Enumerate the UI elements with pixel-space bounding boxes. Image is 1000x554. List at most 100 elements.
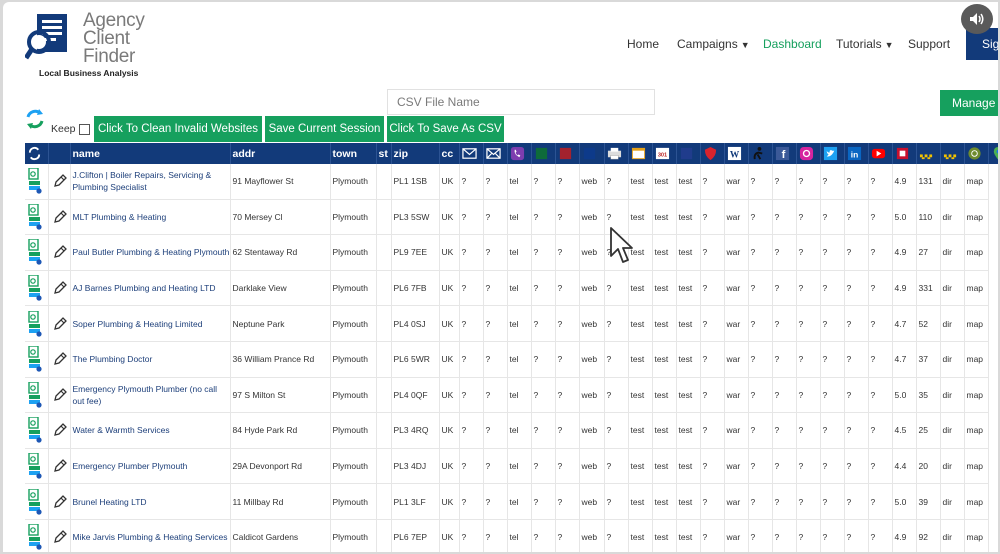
header-reviews[interactable]	[940, 143, 965, 164]
row-status-cell[interactable]	[25, 199, 49, 236]
row-edit-cell[interactable]	[48, 377, 71, 414]
row-status-cell[interactable]	[25, 412, 49, 449]
row-status-cell[interactable]	[25, 164, 49, 200]
row-edit-cell[interactable]	[48, 412, 71, 449]
refresh-icon[interactable]	[24, 108, 46, 130]
direction-cell[interactable]: dir	[940, 412, 965, 449]
row-edit-cell[interactable]	[48, 448, 71, 485]
cell-name[interactable]: Soper Plumbing & Heating Limited	[70, 305, 231, 342]
nav-tutorials[interactable]: Tutorials ▼	[836, 37, 894, 51]
header-blue[interactable]	[579, 143, 605, 164]
header-instagram[interactable]	[796, 143, 821, 164]
header-301[interactable]: 301	[652, 143, 677, 164]
web-cell[interactable]: web	[579, 305, 605, 342]
table-row[interactable]: Emergency Plymouth Plumber (no call out …	[25, 377, 998, 414]
row-edit-cell[interactable]	[48, 341, 71, 378]
tel-cell[interactable]: tel	[507, 341, 532, 378]
header-square[interactable]	[676, 143, 701, 164]
table-row[interactable]: The Plumbing Doctor 36 William Prance Rd P…	[25, 341, 998, 378]
table-row[interactable]: AJ Barnes Plumbing and Heating LTD Darkla…	[25, 270, 998, 307]
table-row[interactable]: Water & Warmth Services 84 Hyde Park Rd Pl…	[25, 412, 998, 449]
header-addr[interactable]: addr	[230, 143, 331, 164]
tel-cell[interactable]: tel	[507, 377, 532, 414]
tel-cell[interactable]: tel	[507, 199, 532, 236]
sound-button[interactable]	[961, 4, 993, 34]
header-twitter[interactable]	[820, 143, 845, 164]
direction-cell[interactable]: dir	[940, 448, 965, 485]
keep-checkbox[interactable]	[79, 124, 90, 135]
row-status-cell[interactable]	[25, 270, 49, 307]
table-row[interactable]: J.Clifton | Boiler Repairs, Servicing & …	[25, 164, 998, 200]
nav-home[interactable]: Home	[627, 37, 659, 51]
map-cell[interactable]: map	[964, 199, 989, 236]
table-row[interactable]: Brunel Heating LTD 11 Millbay Rd Plymouth P…	[25, 483, 998, 520]
web-cell[interactable]: web	[579, 448, 605, 485]
web-cell[interactable]: web	[579, 270, 605, 307]
table-row[interactable]: Emergency Plumber Plymouth 29A Devonport …	[25, 448, 998, 485]
header-cc[interactable]: cc	[439, 143, 460, 164]
cell-name[interactable]: Emergency Plumber Plymouth	[70, 448, 231, 485]
save-csv-button[interactable]: Click To Save As CSV	[387, 116, 504, 142]
nav-dashboard[interactable]: Dashboard	[763, 37, 822, 51]
row-edit-cell[interactable]	[48, 234, 71, 271]
web-cell[interactable]: web	[579, 412, 605, 449]
direction-cell[interactable]: dir	[940, 305, 965, 342]
cell-name[interactable]: Brunel Heating LTD	[70, 483, 231, 520]
tel-cell[interactable]: tel	[507, 448, 532, 485]
map-cell[interactable]: map	[964, 377, 989, 414]
header-printer[interactable]	[604, 143, 629, 164]
row-edit-cell[interactable]	[48, 483, 71, 520]
direction-cell[interactable]: dir	[940, 519, 965, 552]
direction-cell[interactable]: dir	[940, 234, 965, 271]
row-status-cell[interactable]	[25, 377, 49, 414]
row-status-cell[interactable]	[25, 483, 49, 520]
logo[interactable]: Agency Client Finder Local Business Anal…	[25, 10, 155, 82]
web-cell[interactable]: web	[579, 199, 605, 236]
web-cell[interactable]: web	[579, 341, 605, 378]
csv-filename-input[interactable]	[387, 89, 655, 115]
direction-cell[interactable]: dir	[940, 164, 965, 200]
map-cell[interactable]: map	[964, 448, 989, 485]
header-facebook[interactable]: f	[772, 143, 797, 164]
header-direction[interactable]	[964, 143, 989, 164]
direction-cell[interactable]: dir	[940, 341, 965, 378]
web-cell[interactable]: web	[579, 164, 605, 200]
tel-cell[interactable]: tel	[507, 270, 532, 307]
header-accessibility[interactable]	[748, 143, 773, 164]
cell-name[interactable]: Emergency Plymouth Plumber (no call out …	[70, 377, 231, 414]
header-linkedin[interactable]: in	[844, 143, 869, 164]
header-rating[interactable]	[916, 143, 941, 164]
header-email[interactable]	[459, 143, 484, 164]
table-row[interactable]: Paul Butler Plumbing & Heating Plymouth 6…	[25, 234, 998, 271]
header-name[interactable]: name	[70, 143, 231, 164]
map-cell[interactable]: map	[964, 341, 989, 378]
cell-name[interactable]: The Plumbing Doctor	[70, 341, 231, 378]
map-cell[interactable]: map	[964, 164, 989, 200]
header-refresh[interactable]	[25, 143, 49, 164]
direction-cell[interactable]: dir	[940, 377, 965, 414]
table-row[interactable]: Mike Jarvis Plumbing & Heating Services C…	[25, 519, 998, 552]
cell-name[interactable]: Water & Warmth Services	[70, 412, 231, 449]
table-row[interactable]: Soper Plumbing & Heating Limited Neptune …	[25, 305, 998, 342]
header-calendar[interactable]	[628, 143, 653, 164]
cell-name[interactable]: Paul Butler Plumbing & Heating Plymouth	[70, 234, 231, 271]
row-status-cell[interactable]	[25, 448, 49, 485]
row-edit-cell[interactable]	[48, 270, 71, 307]
web-cell[interactable]: web	[579, 519, 605, 552]
row-edit-cell[interactable]	[48, 305, 71, 342]
header-youtube[interactable]	[868, 143, 893, 164]
header-town[interactable]: town	[330, 143, 377, 164]
cell-name[interactable]: J.Clifton | Boiler Repairs, Servicing & …	[70, 164, 231, 200]
tel-cell[interactable]: tel	[507, 483, 532, 520]
map-cell[interactable]: map	[964, 305, 989, 342]
header-zip[interactable]: zip	[391, 143, 440, 164]
header-email-check[interactable]	[483, 143, 508, 164]
map-cell[interactable]: map	[964, 483, 989, 520]
map-cell[interactable]: map	[964, 270, 989, 307]
row-status-cell[interactable]	[25, 305, 49, 342]
row-edit-cell[interactable]	[48, 519, 71, 552]
web-cell[interactable]: web	[579, 483, 605, 520]
row-status-cell[interactable]	[25, 341, 49, 378]
header-box[interactable]	[892, 143, 917, 164]
table-row[interactable]: MLT Plumbing & Heating 70 Mersey Cl Plymou…	[25, 199, 998, 236]
